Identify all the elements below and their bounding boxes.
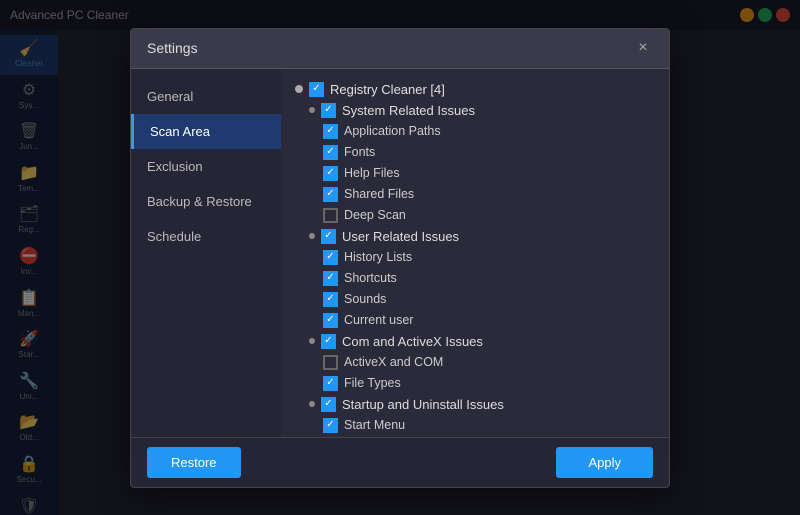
check-file-types[interactable]: File Types	[295, 373, 655, 394]
check-startup-uninstall[interactable]: Startup and Uninstall Issues	[295, 394, 655, 415]
modal-overlay: Settings × General Scan Area Exclusion B…	[0, 0, 800, 515]
check-activex-com[interactable]: ActiveX and COM	[295, 352, 655, 373]
cb-app-paths[interactable]	[323, 124, 338, 139]
check-start-menu[interactable]: Start Menu	[295, 415, 655, 436]
cb-current-user[interactable]	[323, 313, 338, 328]
dialog-footer: Restore Apply	[131, 437, 669, 487]
nav-item-scan-area[interactable]: Scan Area	[131, 114, 281, 149]
label-file-types: File Types	[344, 376, 401, 390]
label-sounds: Sounds	[344, 292, 386, 306]
check-deep-scan[interactable]: Deep Scan	[295, 205, 655, 226]
label-help-files: Help Files	[344, 166, 400, 180]
cb-startup-uninstall[interactable]	[321, 397, 336, 412]
dialog-title: Settings	[147, 40, 198, 56]
cb-history-lists[interactable]	[323, 250, 338, 265]
dialog-body: General Scan Area Exclusion Backup & Res…	[131, 69, 669, 437]
dialog-nav: General Scan Area Exclusion Backup & Res…	[131, 69, 281, 437]
check-com-activex[interactable]: Com and ActiveX Issues	[295, 331, 655, 352]
check-sounds[interactable]: Sounds	[295, 289, 655, 310]
dot-icon-5	[309, 401, 315, 407]
nav-item-backup-restore[interactable]: Backup & Restore	[131, 184, 281, 219]
check-shortcuts[interactable]: Shortcuts	[295, 268, 655, 289]
label-history-lists: History Lists	[344, 250, 412, 264]
cb-sounds[interactable]	[323, 292, 338, 307]
cb-shared-files[interactable]	[323, 187, 338, 202]
cb-com-activex[interactable]	[321, 334, 336, 349]
label-shortcuts: Shortcuts	[344, 271, 397, 285]
cb-user-related[interactable]	[321, 229, 336, 244]
label-system-related: System Related Issues	[342, 103, 475, 118]
nav-item-schedule[interactable]: Schedule	[131, 219, 281, 254]
label-com-activex: Com and ActiveX Issues	[342, 334, 483, 349]
cb-system-related[interactable]	[321, 103, 336, 118]
dot-icon-4	[309, 338, 315, 344]
cb-file-types[interactable]	[323, 376, 338, 391]
cb-registry-cleaner[interactable]	[309, 82, 324, 97]
cb-start-menu[interactable]	[323, 418, 338, 433]
cb-activex-com[interactable]	[323, 355, 338, 370]
dialog-content[interactable]: Registry Cleaner [4] System Related Issu…	[281, 69, 669, 437]
label-activex-com: ActiveX and COM	[344, 355, 443, 369]
dot-icon-3	[309, 233, 315, 239]
settings-dialog: Settings × General Scan Area Exclusion B…	[130, 28, 670, 488]
check-help-files[interactable]: Help Files	[295, 163, 655, 184]
label-shared-files: Shared Files	[344, 187, 414, 201]
dot-icon-2	[309, 107, 315, 113]
check-system-related[interactable]: System Related Issues	[295, 100, 655, 121]
dialog-titlebar: Settings ×	[131, 29, 669, 69]
label-fonts: Fonts	[344, 145, 375, 159]
nav-item-exclusion[interactable]: Exclusion	[131, 149, 281, 184]
label-deep-scan: Deep Scan	[344, 208, 406, 222]
cb-help-files[interactable]	[323, 166, 338, 181]
nav-item-general[interactable]: General	[131, 79, 281, 114]
dot-icon	[295, 85, 303, 93]
dialog-close-button[interactable]: ×	[633, 38, 653, 58]
cb-shortcuts[interactable]	[323, 271, 338, 286]
label-registry-cleaner: Registry Cleaner [4]	[330, 82, 445, 97]
check-current-user[interactable]: Current user	[295, 310, 655, 331]
restore-button[interactable]: Restore	[147, 447, 241, 478]
label-startup-uninstall: Startup and Uninstall Issues	[342, 397, 504, 412]
check-history-lists[interactable]: History Lists	[295, 247, 655, 268]
label-user-related: User Related Issues	[342, 229, 459, 244]
check-shared-files[interactable]: Shared Files	[295, 184, 655, 205]
label-app-paths: Application Paths	[344, 124, 441, 138]
label-start-menu: Start Menu	[344, 418, 405, 432]
apply-button[interactable]: Apply	[556, 447, 653, 478]
check-fonts[interactable]: Fonts	[295, 142, 655, 163]
check-registry-cleaner[interactable]: Registry Cleaner [4]	[295, 79, 655, 100]
check-user-related[interactable]: User Related Issues	[295, 226, 655, 247]
label-current-user: Current user	[344, 313, 413, 327]
cb-deep-scan[interactable]	[323, 208, 338, 223]
cb-fonts[interactable]	[323, 145, 338, 160]
check-app-paths[interactable]: Application Paths	[295, 121, 655, 142]
